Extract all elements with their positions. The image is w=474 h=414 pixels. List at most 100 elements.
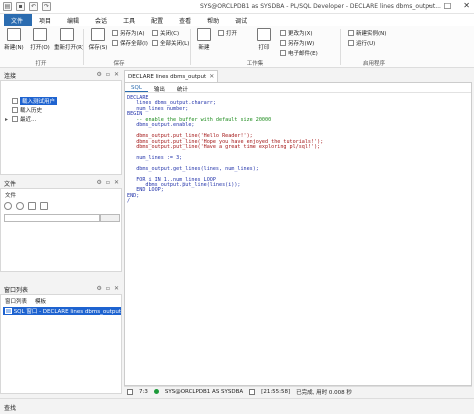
- pane-options-icon[interactable]: ⚙: [97, 285, 102, 292]
- refresh-icon[interactable]: [4, 202, 12, 210]
- undo-icon[interactable]: ↶: [29, 2, 38, 11]
- quick-access-toolbar: ▤ ▪ ↶ ↷: [3, 2, 51, 11]
- menu-tools[interactable]: 工具: [116, 14, 144, 26]
- code-area[interactable]: DECLARE lines dbms_output.chararr; num_l…: [127, 95, 323, 205]
- change-icon: [280, 30, 286, 36]
- status-bar: 7:3 SYS@ORCLPDB1 AS SYSDBA [21:55:58] 已完…: [124, 386, 472, 396]
- workset-open-icon: [218, 30, 224, 36]
- pane-close-icon[interactable]: ✕: [114, 179, 119, 186]
- change-button[interactable]: 更改为(X): [280, 29, 313, 37]
- code-line: dbms_output.put_line('Have a great time …: [127, 143, 321, 150]
- window-list-item[interactable]: SQL 窗口 - DECLARE lines dbms_output: [3, 307, 121, 315]
- workset-save-as-icon: [280, 40, 286, 46]
- tab-output[interactable]: 输出: [148, 83, 171, 93]
- tab-templates[interactable]: 模板: [35, 297, 46, 305]
- up-folder-icon[interactable]: [40, 202, 48, 210]
- save-button[interactable]: 保存(S): [86, 28, 110, 54]
- menu-edit[interactable]: 编辑: [60, 14, 88, 26]
- ribbon-group-launcher: 新建实例(N) 运行(U) 启用程序: [344, 26, 404, 68]
- tree-item-recent[interactable]: ▸ 最近...: [5, 115, 36, 124]
- reopen-icon: [60, 28, 74, 41]
- new-button[interactable]: 新建(N): [2, 28, 26, 54]
- minimize-icon[interactable]: –: [428, 1, 432, 10]
- lock-icon: [249, 388, 256, 395]
- ribbon-group-save: 保存(S) 另存为(A) 保存全部(I) 保存: [86, 26, 152, 68]
- window-list-header: 窗口列表 ⚙ ▫ ✕: [4, 285, 119, 294]
- document-tab[interactable]: DECLARE lines dbms_output ✕: [124, 70, 218, 82]
- new-file-icon: [7, 28, 21, 41]
- workset-save-as-button[interactable]: 另存为(W): [280, 39, 314, 47]
- run-button[interactable]: 运行(U): [348, 39, 375, 47]
- code-line: /: [127, 198, 131, 205]
- connections-panel: 载入测试用户 载入历史 ▸ 最近...: [0, 80, 122, 175]
- cursor-position: 7:3: [139, 388, 148, 395]
- close-button[interactable]: 关闭(C): [152, 29, 179, 37]
- menu-bar: 文件 项目 编辑 会话 工具 配置 查看 帮助 调试: [0, 14, 474, 26]
- tab-statistics[interactable]: 统计: [171, 83, 194, 93]
- folder-icon: [12, 116, 18, 122]
- drive-icon[interactable]: [16, 202, 24, 210]
- tab-files[interactable]: 文件: [5, 191, 16, 199]
- close-all-icon: [152, 40, 158, 46]
- files-panel: 文件: [0, 188, 122, 272]
- pane-options-icon[interactable]: ⚙: [97, 71, 102, 78]
- menu-view[interactable]: 查看: [172, 14, 200, 26]
- close-tab-icon[interactable]: ✕: [209, 73, 214, 80]
- files-path-input[interactable]: [4, 214, 100, 222]
- sql-window-icon: [5, 308, 12, 314]
- menu-file[interactable]: 文件: [4, 14, 33, 26]
- home-icon[interactable]: [28, 202, 36, 210]
- ribbon-group-close: 关闭(C) 全部关闭(L): [146, 26, 189, 68]
- new-instance-button[interactable]: 新建实例(N): [348, 29, 386, 37]
- files-header: 文件 ⚙ ▫ ✕: [4, 179, 119, 188]
- files-path-dropdown[interactable]: [100, 214, 120, 222]
- tree-item-test-user[interactable]: 载入测试用户: [5, 97, 58, 105]
- find-label[interactable]: 查找: [4, 405, 16, 412]
- print-button[interactable]: 打印: [252, 28, 276, 54]
- tree-item-history[interactable]: 载入历史: [5, 106, 42, 114]
- files-toolbar: [4, 202, 48, 210]
- sql-editor[interactable]: SQL 输出 统计 DECLARE lines dbms_output.char…: [124, 82, 472, 386]
- redo-icon[interactable]: ↷: [42, 2, 51, 11]
- ribbon-toolbar: 新建(N) 打开(O) 重新打开(R) 打开 保存(S) 另存为(A) 保存全部…: [0, 26, 474, 68]
- menu-config[interactable]: 配置: [144, 14, 172, 26]
- close-doc-icon: [152, 30, 158, 36]
- email-icon: [280, 50, 286, 56]
- pane-pin-icon[interactable]: ▫: [106, 71, 110, 78]
- status-time: [21:55:58]: [261, 388, 291, 395]
- save-all-button[interactable]: 保存全部(I): [112, 39, 148, 47]
- close-icon[interactable]: ✕: [463, 1, 470, 10]
- connection-info[interactable]: SYS@ORCLPDB1 AS SYSDBA: [165, 389, 243, 395]
- menu-debug[interactable]: 调试: [228, 14, 256, 26]
- save-all-icon: [112, 40, 118, 46]
- open-button[interactable]: 打开(O): [28, 28, 52, 54]
- expand-icon[interactable]: ▸: [5, 116, 10, 123]
- window-list-panel: 窗口列表 模板 SQL 窗口 - DECLARE lines dbms_outp…: [0, 294, 122, 394]
- close-all-button[interactable]: 全部关闭(L): [152, 39, 189, 47]
- pane-pin-icon[interactable]: ▫: [106, 179, 110, 186]
- folder-icon: [12, 107, 18, 113]
- execute-status-icon: [127, 388, 133, 395]
- reopen-button[interactable]: 重新打开(R): [54, 28, 84, 54]
- pane-options-icon[interactable]: ⚙: [97, 179, 102, 186]
- menu-session[interactable]: 会话: [88, 14, 116, 26]
- pane-close-icon[interactable]: ✕: [114, 71, 119, 78]
- save-icon: [91, 28, 105, 41]
- tab-sql[interactable]: SQL: [125, 83, 148, 92]
- workset-icon: [197, 28, 211, 41]
- tab-window-list[interactable]: 窗口列表: [5, 297, 27, 305]
- find-bar: 查找: [0, 398, 474, 414]
- open-folder-icon: [33, 28, 47, 41]
- workset-new-button[interactable]: 新建: [192, 28, 216, 54]
- menu-project[interactable]: 项目: [32, 14, 60, 26]
- pane-close-icon[interactable]: ✕: [114, 285, 119, 292]
- maximize-icon[interactable]: □: [444, 1, 452, 10]
- app-icon[interactable]: ▤: [3, 2, 12, 11]
- save-as-button[interactable]: 另存为(A): [112, 29, 145, 37]
- email-button[interactable]: 电子邮件(E): [280, 49, 318, 57]
- pane-pin-icon[interactable]: ▫: [106, 285, 110, 292]
- title-bar: ▤ ▪ ↶ ↷ SYS@ORCLPDB1 as SYSDBA - PL/SQL …: [0, 0, 474, 14]
- menu-help[interactable]: 帮助: [200, 14, 228, 26]
- workset-open-button[interactable]: 打开: [218, 29, 237, 37]
- save-quick-icon[interactable]: ▪: [16, 2, 25, 11]
